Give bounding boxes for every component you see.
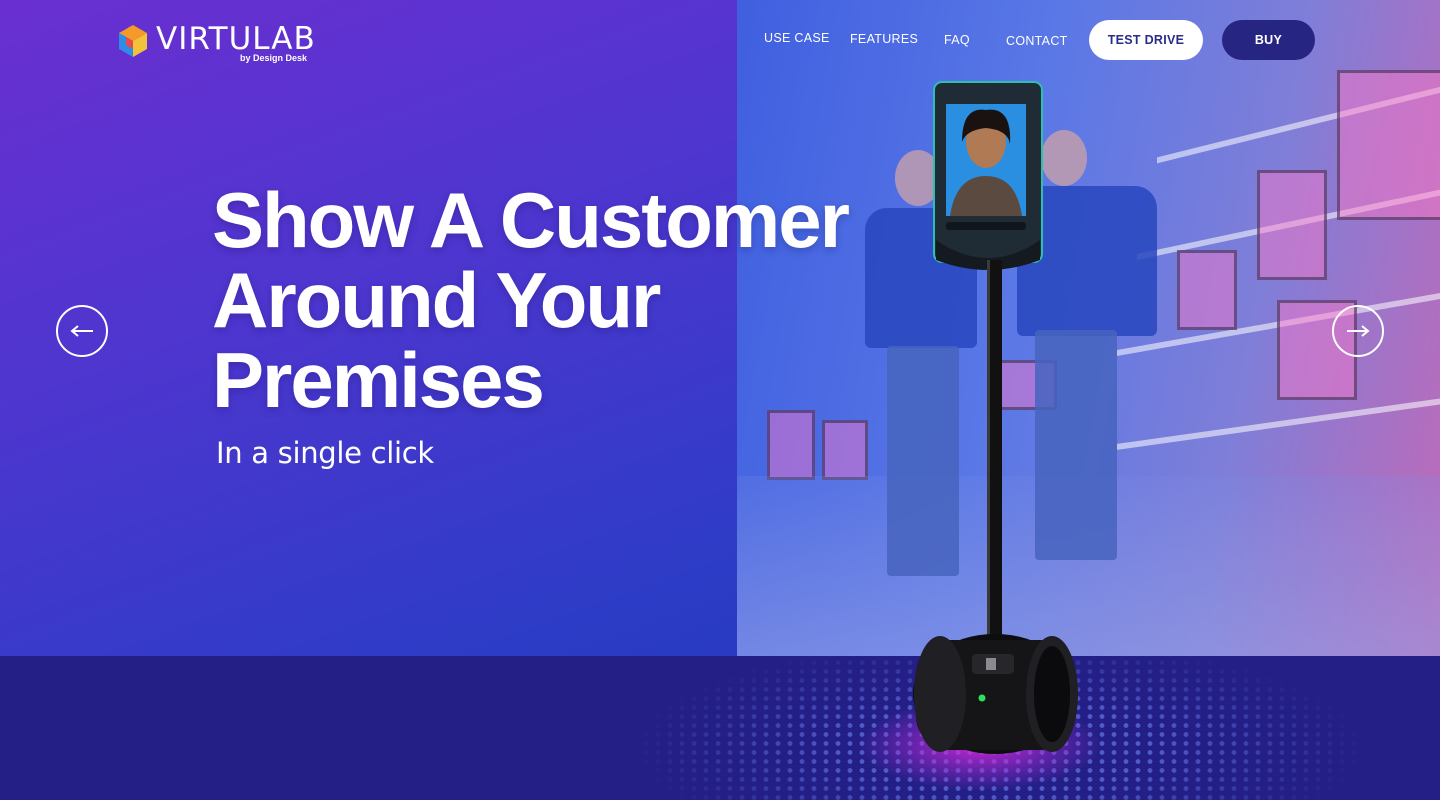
telepresence-robot-image [913,81,1078,754]
nav-contact[interactable]: CONTACT [1006,34,1068,48]
nav-use-case[interactable]: USE CASE [764,31,830,45]
nav-features[interactable]: FEATURES [850,32,918,46]
brand-name: VIRTULAB [156,21,316,57]
carousel-next-button[interactable] [1332,305,1384,357]
cube-logo-icon [119,25,147,57]
brand-logo[interactable]: VIRTULAB by Design Desk [118,22,315,64]
headline-line-3: Premises [212,336,545,424]
brand-tagline: by Design Desk [240,53,308,63]
hero-subline: In a single click [216,436,434,470]
carousel-prev-button[interactable] [56,305,108,357]
headline-line-1: Show A Customer [212,176,850,264]
test-drive-button[interactable]: TEST DRIVE [1089,20,1203,60]
headline-line-2: Around Your [212,256,661,344]
buy-button[interactable]: BUY [1222,20,1315,60]
nav-faq[interactable]: FAQ [944,33,970,47]
hero-headline: Show A Customer Around Your Premises [212,180,852,420]
arrow-left-icon [70,325,93,337]
arrow-right-icon [1347,325,1370,337]
